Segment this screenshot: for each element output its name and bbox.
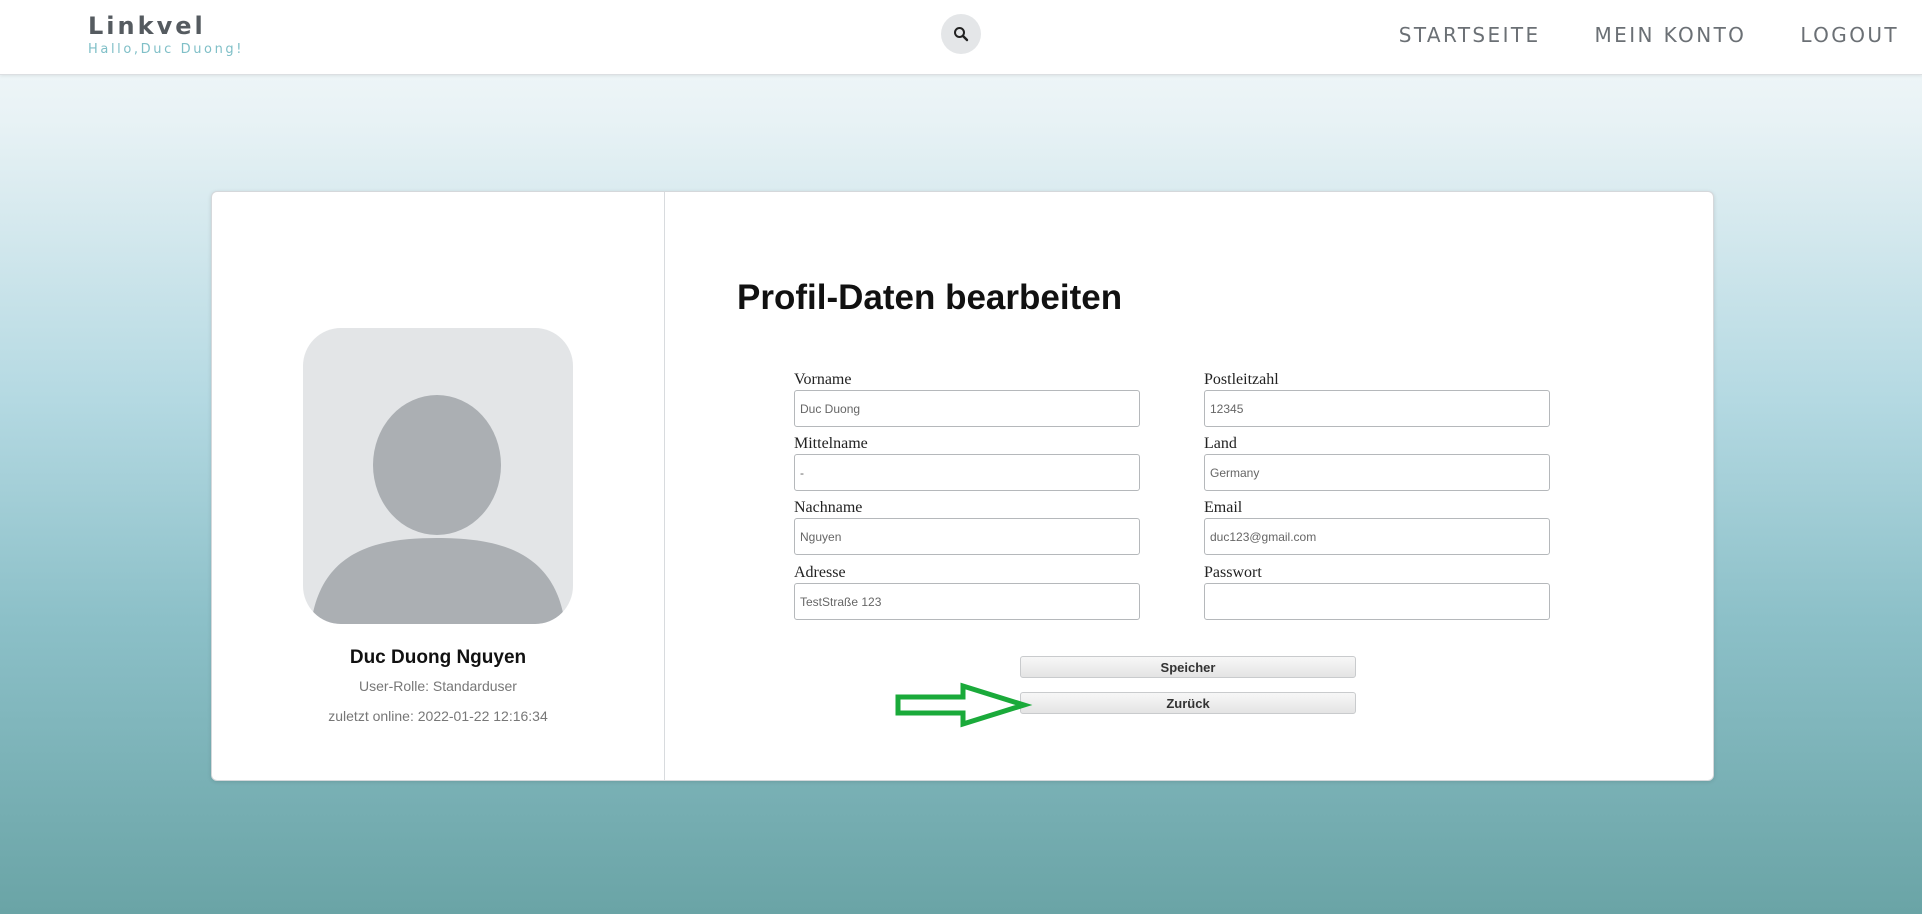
field-land: Land bbox=[1204, 435, 1550, 491]
field-label: Mittelname bbox=[794, 435, 868, 452]
nav-startseite[interactable]: STARTSEITE bbox=[1399, 22, 1541, 48]
passwort-input[interactable] bbox=[1204, 583, 1550, 620]
postleitzahl-input[interactable] bbox=[1204, 390, 1550, 427]
field-label: Passwort bbox=[1204, 564, 1262, 581]
nachname-input[interactable] bbox=[794, 518, 1140, 555]
save-button[interactable]: Speicher bbox=[1020, 656, 1356, 678]
field-label: Adresse bbox=[794, 564, 846, 581]
email-input[interactable] bbox=[1204, 518, 1550, 555]
last-online: zuletzt online: 2022-01-22 12:16:34 bbox=[328, 708, 548, 724]
user-placeholder-icon bbox=[311, 395, 565, 624]
search-button[interactable] bbox=[941, 14, 981, 54]
nav-logout[interactable]: LOGOUT bbox=[1800, 22, 1899, 48]
search-icon bbox=[954, 27, 969, 42]
brand[interactable]: Linkvel Hallo,Duc Duong! bbox=[88, 12, 244, 58]
profile-card: Duc Duong Nguyen User-Rolle: Standarduse… bbox=[211, 191, 1714, 781]
field-mittelname: Mittelname bbox=[794, 435, 1140, 491]
field-label: Vorname bbox=[794, 371, 852, 388]
field-passwort: Passwort bbox=[1204, 564, 1550, 620]
greeting-text: Hallo,Duc Duong! bbox=[88, 42, 245, 57]
back-button[interactable]: Zurück bbox=[1020, 692, 1356, 714]
nav-mein-konto[interactable]: MEIN KONTO bbox=[1595, 22, 1747, 48]
adresse-input[interactable] bbox=[794, 583, 1140, 620]
field-email: Email bbox=[1204, 499, 1550, 555]
top-header: Linkvel Hallo,Duc Duong! STARTSEITE MEIN… bbox=[0, 0, 1922, 75]
avatar bbox=[303, 328, 573, 624]
user-role: User-Rolle: Standarduser bbox=[359, 678, 517, 694]
field-label: Email bbox=[1204, 499, 1243, 516]
mittelname-input[interactable] bbox=[794, 454, 1140, 491]
profile-name: Duc Duong Nguyen bbox=[349, 647, 527, 668]
profile-summary: Duc Duong Nguyen User-Rolle: Standarduse… bbox=[212, 192, 665, 780]
field-nachname: Nachname bbox=[794, 499, 1140, 555]
field-adresse: Adresse bbox=[794, 564, 1140, 620]
land-input[interactable] bbox=[1204, 454, 1550, 491]
field-label: Postleitzahl bbox=[1204, 371, 1279, 388]
field-postleitzahl: Postleitzahl bbox=[1204, 371, 1550, 427]
vorname-input[interactable] bbox=[794, 390, 1140, 427]
brand-name: Linkvel bbox=[88, 12, 206, 40]
form-title: Profil-Daten bearbeiten bbox=[737, 278, 1123, 317]
field-label: Land bbox=[1204, 435, 1237, 452]
field-vorname: Vorname bbox=[794, 371, 1140, 427]
field-label: Nachname bbox=[794, 499, 863, 516]
main-nav: STARTSEITE MEIN KONTO LOGOUT bbox=[1399, 22, 1899, 48]
annotation-arrow-icon bbox=[895, 682, 1033, 728]
